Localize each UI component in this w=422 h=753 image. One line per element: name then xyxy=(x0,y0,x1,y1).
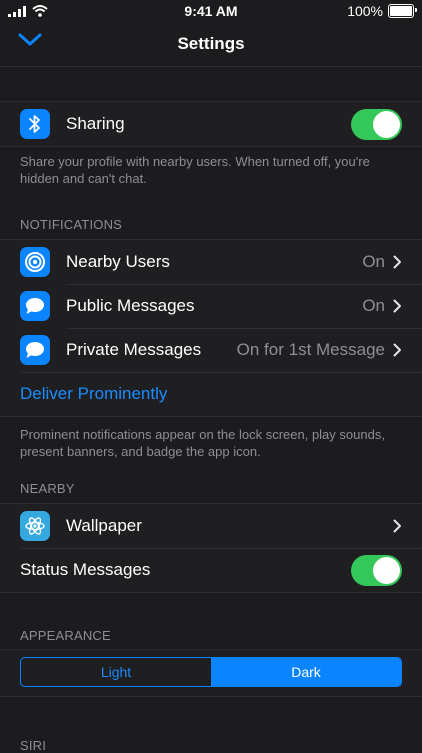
atom-icon xyxy=(20,511,50,541)
battery-icon xyxy=(388,4,417,18)
sharing-row: Sharing xyxy=(0,102,422,146)
status-messages-row: Status Messages xyxy=(0,548,422,592)
public-messages-row[interactable]: Public Messages On xyxy=(0,284,422,328)
deliver-prominently-label[interactable]: Deliver Prominently xyxy=(20,384,422,404)
sharing-toggle[interactable] xyxy=(351,108,402,140)
page-title: Settings xyxy=(177,34,245,53)
chevron-right-icon xyxy=(393,255,401,269)
speech-bubble-icon xyxy=(20,291,50,321)
nearby-group: Wallpaper Status Messages xyxy=(0,503,422,593)
status-right: 100% xyxy=(347,3,417,19)
chevron-right-icon xyxy=(393,519,401,533)
speech-bubble-icon xyxy=(20,335,50,365)
deliver-prominently-row[interactable]: Deliver Prominently xyxy=(0,372,422,416)
nearby-users-row[interactable]: Nearby Users On xyxy=(0,240,422,284)
status-bar: 9:41 AM 100% xyxy=(0,0,422,22)
target-icon xyxy=(20,247,50,277)
status-messages-label: Status Messages xyxy=(20,560,151,579)
sharing-group: Sharing xyxy=(0,101,422,147)
chevron-right-icon xyxy=(393,343,401,357)
notifications-footer: Prominent notifications appear on the lo… xyxy=(20,427,385,459)
appearance-segmented-control: Light Dark xyxy=(20,657,402,687)
appearance-header: APPEARANCE xyxy=(20,628,111,643)
segment-dark[interactable]: Dark xyxy=(211,658,401,686)
private-messages-value: On for 1st Message xyxy=(236,340,385,359)
siri-header: SIRI xyxy=(20,738,47,753)
segment-light[interactable]: Light xyxy=(21,658,211,686)
wallpaper-label: Wallpaper xyxy=(66,516,142,535)
status-messages-toggle[interactable] xyxy=(351,554,402,586)
nearby-users-label: Nearby Users xyxy=(66,252,170,271)
sharing-label: Sharing xyxy=(66,114,125,133)
public-messages-value: On xyxy=(362,296,385,315)
notifications-group: Nearby Users On Public Messages On Priva… xyxy=(0,239,422,417)
notifications-header: NOTIFICATIONS xyxy=(20,217,123,232)
nearby-header: NEARBY xyxy=(20,481,75,496)
chevron-right-icon xyxy=(393,299,401,313)
sharing-footer: Share your profile with nearby users. Wh… xyxy=(20,154,370,186)
public-messages-label: Public Messages xyxy=(66,296,195,315)
private-messages-label: Private Messages xyxy=(66,340,202,359)
private-messages-row[interactable]: Private Messages On for 1st Message xyxy=(0,328,422,372)
nearby-users-value: On xyxy=(362,252,385,271)
wallpaper-row[interactable]: Wallpaper xyxy=(0,504,422,548)
bluetooth-icon xyxy=(20,109,50,139)
battery-percent: 100% xyxy=(347,3,383,19)
navigation-bar: Settings xyxy=(0,22,422,67)
